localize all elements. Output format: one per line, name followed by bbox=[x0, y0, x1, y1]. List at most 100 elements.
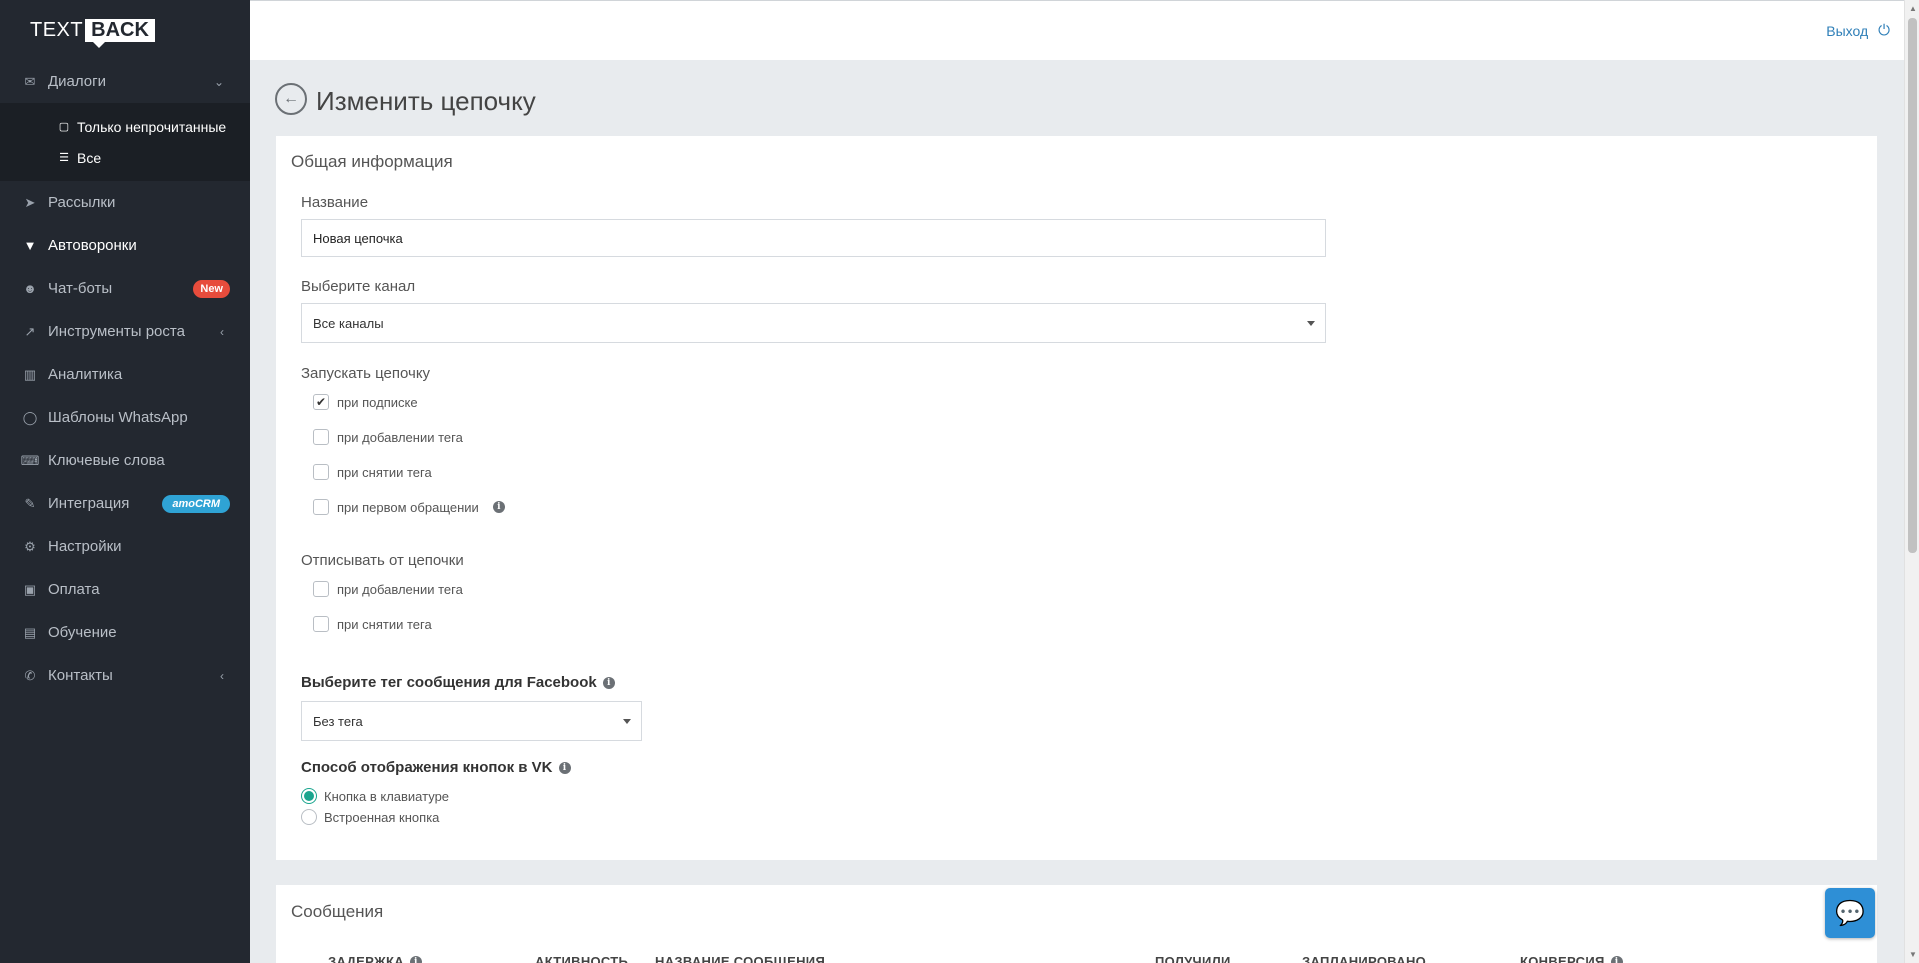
checkbox-label: при снятии тега bbox=[337, 616, 432, 632]
sidebar-item-payment[interactable]: ▣ Оплата bbox=[0, 568, 250, 611]
power-icon: ⏻ bbox=[1878, 22, 1890, 39]
sidebar-item-label: Шаблоны WhatsApp bbox=[48, 409, 188, 426]
info-icon[interactable]: i bbox=[409, 955, 422, 963]
sidebar-subitem-label: Только непрочитанные bbox=[77, 118, 227, 135]
back-arrow-icon[interactable]: ← bbox=[275, 82, 307, 115]
sidebar-item-analytics[interactable]: ▥ Аналитика bbox=[0, 353, 250, 396]
checkbox-label: при снятии тега bbox=[337, 464, 432, 480]
logout-label: Выход bbox=[1826, 22, 1869, 39]
checkbox[interactable] bbox=[313, 464, 329, 480]
sidebar-subitem-all[interactable]: ☰ Все bbox=[0, 142, 250, 173]
caret-down-icon bbox=[1307, 321, 1315, 326]
checkbox[interactable] bbox=[313, 429, 329, 445]
checkbox[interactable] bbox=[313, 581, 329, 597]
list-icon: ☰ bbox=[59, 152, 69, 164]
chevron-left-icon: ‹ bbox=[220, 668, 224, 683]
unsubscribe-label: Отписывать от цепочки bbox=[301, 552, 464, 569]
sidebar-subitem-label: Все bbox=[77, 149, 102, 166]
checkbox[interactable] bbox=[313, 499, 329, 515]
chart-line-icon: ↗ bbox=[24, 323, 36, 339]
paper-plane-icon: ➤ bbox=[24, 194, 36, 210]
facebook-tag-select[interactable]: Без тега bbox=[301, 701, 642, 741]
checkbox-checked[interactable]: ✔ bbox=[313, 394, 329, 410]
checkbox[interactable] bbox=[313, 616, 329, 632]
phone-icon: ✆ bbox=[24, 667, 36, 683]
sidebar-subitem-unread[interactable]: ▢ Только непрочитанные bbox=[0, 111, 250, 142]
logout-link[interactable]: Выход ⏻ bbox=[1826, 22, 1890, 39]
amocrm-badge: amoCRM bbox=[162, 494, 230, 513]
start-on-tag-add[interactable]: при добавлении тега bbox=[313, 429, 463, 445]
info-icon[interactable]: i bbox=[492, 501, 505, 513]
radio-label: Кнопка в клавиатуре bbox=[324, 788, 450, 804]
topbar: Выход ⏻ bbox=[250, 0, 1904, 60]
general-info-card: Общая информация Название Выберите канал… bbox=[276, 136, 1877, 860]
sidebar-item-label: Контакты bbox=[48, 667, 113, 684]
sidebar-item-label: Чат-боты bbox=[48, 280, 113, 297]
column-header-label: КОНВЕРСИЯ bbox=[1520, 954, 1605, 963]
sidebar-item-label: Ключевые слова bbox=[48, 452, 165, 469]
column-header-activity[interactable]: АКТИВНОСТЬ bbox=[535, 954, 628, 963]
start-on-tag-remove[interactable]: при снятии тега bbox=[313, 464, 432, 480]
column-header-conversion[interactable]: КОНВЕРСИЯ i bbox=[1520, 954, 1623, 963]
sidebar-item-label: Инструменты роста bbox=[48, 323, 185, 340]
vk-buttons-label: Способ отображения кнопок в VK i bbox=[301, 759, 571, 776]
column-header-received[interactable]: ПОЛУЧИЛИ bbox=[1155, 954, 1231, 963]
sidebar-item-label: Настройки bbox=[48, 538, 122, 555]
new-badge: New bbox=[193, 279, 230, 298]
sidebar-item-label: Автоворонки bbox=[48, 237, 137, 254]
keyboard-icon: ⌨ bbox=[20, 452, 40, 468]
sidebar-item-keywords[interactable]: ⌨ Ключевые слова bbox=[0, 439, 250, 482]
sidebar-item-whatsapp-templates[interactable]: ◯ Шаблоны WhatsApp bbox=[0, 396, 250, 439]
sidebar-item-settings[interactable]: ⚙ Настройки bbox=[0, 525, 250, 568]
facebook-tag-label-text: Выберите тег сообщения для Facebook bbox=[301, 674, 597, 691]
logo-text: TEXT bbox=[30, 18, 84, 41]
sidebar-item-chatbots[interactable]: ☻ Чат-боты New bbox=[0, 267, 250, 310]
column-header-scheduled[interactable]: ЗАПЛАНИРОВАНО bbox=[1302, 954, 1426, 963]
start-on-subscribe[interactable]: ✔ при подписке bbox=[313, 394, 418, 410]
sidebar-item-label: Рассылки bbox=[48, 194, 116, 211]
scroll-up-arrow-icon[interactable]: ▲ bbox=[1909, 4, 1917, 13]
unsubscribe-on-tag-add[interactable]: при добавлении тега bbox=[313, 581, 463, 597]
name-input[interactable] bbox=[301, 219, 1326, 257]
sidebar-item-learning[interactable]: ▤ Обучение bbox=[0, 611, 250, 654]
robot-icon: ☻ bbox=[23, 281, 37, 296]
checkbox-label: при подписке bbox=[337, 394, 418, 410]
vk-option-inline[interactable]: Встроенная кнопка bbox=[301, 809, 439, 825]
channel-label: Выберите канал bbox=[301, 278, 416, 295]
chevron-down-icon: ⌄ bbox=[213, 74, 224, 89]
sidebar: TEXT BACK ✉ Диалоги ⌄ ▢ Только непрочита… bbox=[0, 0, 250, 963]
sidebar-item-growth-tools[interactable]: ↗ Инструменты роста ‹ bbox=[0, 310, 250, 353]
column-header-message-name[interactable]: НАЗВАНИЕ СООБЩЕНИЯ bbox=[655, 954, 825, 963]
sidebar-item-autofunnels[interactable]: ▼ Автоворонки bbox=[0, 224, 250, 267]
scrollbar[interactable]: ▲ ▼ bbox=[1904, 0, 1919, 963]
radio-selected[interactable] bbox=[301, 788, 317, 804]
checkbox-label: при первом обращении bbox=[337, 499, 479, 515]
info-icon[interactable]: i bbox=[558, 761, 571, 774]
info-icon[interactable]: i bbox=[602, 676, 615, 689]
start-on-first-contact[interactable]: при первом обращении i bbox=[313, 499, 505, 515]
checkbox-label: при добавлении тега bbox=[337, 581, 463, 597]
chat-widget-button[interactable]: 💬 bbox=[1825, 888, 1875, 938]
radio[interactable] bbox=[301, 809, 317, 825]
sidebar-item-label: Обучение bbox=[48, 624, 117, 641]
info-icon[interactable]: i bbox=[1610, 955, 1623, 963]
bar-chart-icon: ▥ bbox=[23, 366, 37, 382]
vk-option-keyboard[interactable]: Кнопка в клавиатуре bbox=[301, 788, 449, 804]
sidebar-item-integration[interactable]: ✎ Интеграция amoCRM bbox=[0, 482, 250, 525]
channel-select[interactable]: Все каналы bbox=[301, 303, 1326, 343]
page-header: ← Изменить цепочку bbox=[275, 80, 536, 117]
plug-icon: ✎ bbox=[24, 495, 36, 511]
sidebar-item-mailings[interactable]: ➤ Рассылки bbox=[0, 181, 250, 224]
scroll-thumb[interactable] bbox=[1908, 18, 1917, 553]
sidebar-item-dialogs[interactable]: ✉ Диалоги ⌄ bbox=[0, 60, 250, 103]
caret-down-icon bbox=[623, 719, 631, 724]
scroll-down-arrow-icon[interactable]: ▼ bbox=[1909, 950, 1917, 959]
sidebar-item-label: Диалоги bbox=[48, 73, 106, 90]
sidebar-item-contacts[interactable]: ✆ Контакты ‹ bbox=[0, 654, 250, 697]
dialogs-submenu: ▢ Только непрочитанные ☰ Все bbox=[0, 103, 250, 181]
unsubscribe-on-tag-remove[interactable]: при снятии тега bbox=[313, 616, 432, 632]
column-header-delay[interactable]: ЗАДЕРЖКА i bbox=[328, 954, 422, 963]
facebook-tag-select-value: Без тега bbox=[313, 713, 363, 729]
logo[interactable]: TEXT BACK bbox=[0, 0, 250, 60]
column-header-label: ЗАДЕРЖКА bbox=[328, 954, 404, 963]
